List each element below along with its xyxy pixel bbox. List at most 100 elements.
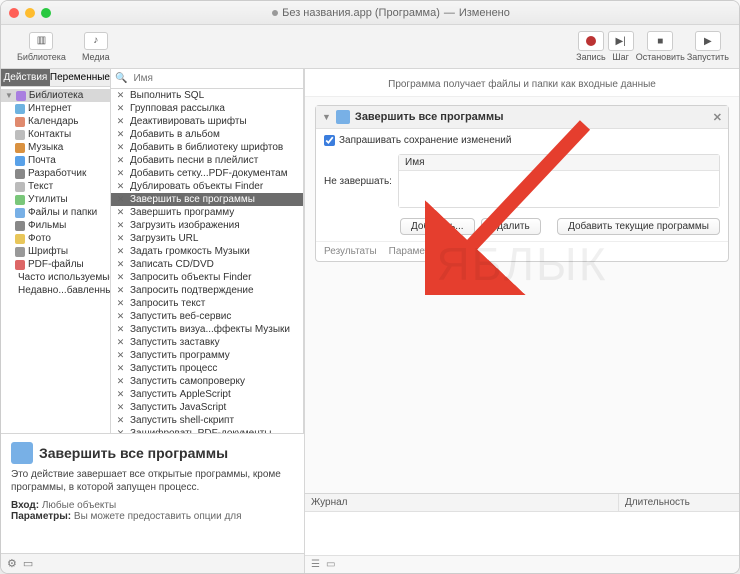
- action-item[interactable]: ✕Запустить AppleScript: [111, 388, 303, 401]
- record-button[interactable]: Запись: [576, 31, 606, 62]
- add-app-button[interactable]: Добавить...: [400, 218, 475, 235]
- sidebar-tabs: Действия Переменные: [1, 69, 110, 87]
- action-item[interactable]: ✕Дублировать объекты Finder: [111, 180, 303, 193]
- library-root[interactable]: ▼ Библиотека: [1, 89, 110, 102]
- action-item[interactable]: ✕Запустить JavaScript: [111, 401, 303, 414]
- library-sidebar: Действия Переменные ▼ Библиотека Интерне…: [1, 69, 111, 433]
- library-item[interactable]: PDF-файлы: [1, 258, 110, 271]
- actions-column: 🔍 ✕Выполнить SQL✕Групповая рассылка✕Деак…: [111, 69, 304, 433]
- action-item[interactable]: ✕Добавить сетку...PDF-документам: [111, 167, 303, 180]
- action-item[interactable]: ✕Задать громкость Музыки: [111, 245, 303, 258]
- action-item-icon: ✕: [115, 168, 126, 179]
- library-item[interactable]: Часто используемые: [1, 271, 110, 284]
- action-item[interactable]: ✕Запустить веб-сервис: [111, 310, 303, 323]
- ask-save-checkbox[interactable]: [324, 135, 335, 146]
- action-item[interactable]: ✕Запустить визуа...ффекты Музыки: [111, 323, 303, 336]
- action-item[interactable]: ✕Групповая рассылка: [111, 102, 303, 115]
- library-item[interactable]: Утилиты: [1, 193, 110, 206]
- media-toolbar-button[interactable]: ♪ Медиа: [76, 30, 116, 64]
- action-item-icon: ✕: [115, 337, 126, 348]
- titlebar: Без названия.app (Программа) — Изменено: [1, 1, 739, 25]
- close-window-button[interactable]: [9, 8, 19, 18]
- remove-app-button[interactable]: Удалить: [481, 218, 541, 235]
- tab-parameters[interactable]: Параметры: [389, 246, 442, 257]
- run-button[interactable]: ▶ Запустить: [687, 31, 729, 62]
- action-item-icon: ✕: [115, 181, 126, 192]
- category-icon: [15, 221, 25, 231]
- actions-list[interactable]: ✕Выполнить SQL✕Групповая рассылка✕Деакти…: [111, 89, 303, 433]
- library-item[interactable]: Файлы и папки: [1, 206, 110, 219]
- log-outline-view-icon[interactable]: ▭: [326, 559, 335, 570]
- automator-window: Без названия.app (Программа) — Изменено …: [0, 0, 740, 574]
- action-item-icon: ✕: [115, 285, 126, 296]
- category-icon: [15, 260, 25, 270]
- library-item[interactable]: Фото: [1, 232, 110, 245]
- action-item[interactable]: ✕Загрузить URL: [111, 232, 303, 245]
- library-item[interactable]: Недавно...бавленные: [1, 284, 110, 297]
- action-item[interactable]: ✕Деактивировать шрифты: [111, 115, 303, 128]
- library-item[interactable]: Шрифты: [1, 245, 110, 258]
- ask-save-label: Запрашивать сохранение изменений: [339, 135, 511, 146]
- library-item[interactable]: Фильмы: [1, 219, 110, 232]
- stop-button[interactable]: ■ Остановить: [636, 31, 685, 62]
- bottom-bar: ⚙ ▭: [1, 553, 304, 573]
- workflow-canvas[interactable]: ▼ Завершить все программы ✕ Запрашивать …: [305, 97, 739, 493]
- action-item[interactable]: ✕Завершить программу: [111, 206, 303, 219]
- action-info-icon: [11, 442, 33, 464]
- minimize-window-button[interactable]: [25, 8, 35, 18]
- library-item[interactable]: Контакты: [1, 128, 110, 141]
- library-item[interactable]: Почта: [1, 154, 110, 167]
- library-toolbar-button[interactable]: ▥ Библиотека: [11, 30, 72, 64]
- action-item-icon: ✕: [115, 142, 126, 153]
- step-header[interactable]: ▼ Завершить все программы ✕: [316, 106, 728, 129]
- action-item-icon: ✕: [115, 155, 126, 166]
- library-item[interactable]: Интернет: [1, 102, 110, 115]
- library-list[interactable]: ▼ Библиотека ИнтернетКалендарьКонтактыМу…: [1, 87, 110, 433]
- zoom-window-button[interactable]: [41, 8, 51, 18]
- tab-actions[interactable]: Действия: [1, 69, 50, 86]
- action-item[interactable]: ✕Запустить процесс: [111, 362, 303, 375]
- disclosure-triangle-icon[interactable]: ▼: [322, 112, 331, 122]
- action-item-icon: ✕: [115, 259, 126, 270]
- step-button[interactable]: ▶| Шаг: [608, 31, 634, 62]
- tab-results[interactable]: Результаты: [324, 246, 377, 257]
- action-item[interactable]: ✕Выполнить SQL: [111, 89, 303, 102]
- action-item[interactable]: ✕Запросить текст: [111, 297, 303, 310]
- action-item[interactable]: ✕Запросить подтверждение: [111, 284, 303, 297]
- tab-variables[interactable]: Переменные: [50, 69, 110, 86]
- action-item[interactable]: ✕Записать CD/DVD: [111, 258, 303, 271]
- search-input[interactable]: [131, 71, 299, 86]
- log-footer: ☰ ▭: [305, 555, 739, 573]
- action-item[interactable]: ✕Запустить программу: [111, 349, 303, 362]
- action-item-icon: ✕: [115, 90, 126, 101]
- action-item[interactable]: ✕Запросить объекты Finder: [111, 271, 303, 284]
- action-item[interactable]: ✕Добавить в библиотеку шрифтов: [111, 141, 303, 154]
- main-area: Действия Переменные ▼ Библиотека Интерне…: [1, 69, 739, 573]
- modified-dot-icon: [272, 10, 278, 16]
- library-item[interactable]: Музыка: [1, 141, 110, 154]
- action-item[interactable]: ✕Завершить все программы: [111, 193, 303, 206]
- log-body[interactable]: [305, 512, 739, 555]
- exclude-apps-table[interactable]: Имя: [398, 154, 720, 208]
- action-item[interactable]: ✕Запустить shell-скрипт: [111, 414, 303, 427]
- action-item[interactable]: ✕Запустить заставку: [111, 336, 303, 349]
- category-icon: [15, 156, 25, 166]
- library-item[interactable]: Разработчик: [1, 167, 110, 180]
- action-item[interactable]: ✕Загрузить изображения: [111, 219, 303, 232]
- action-item[interactable]: ✕Добавить в альбом: [111, 128, 303, 141]
- library-item[interactable]: Календарь: [1, 115, 110, 128]
- category-icon: [15, 130, 25, 140]
- log-list-view-icon[interactable]: ☰: [311, 559, 320, 570]
- add-current-apps-button[interactable]: Добавить текущие программы: [557, 218, 720, 235]
- category-icon: [15, 104, 25, 114]
- gear-icon[interactable]: ⚙: [7, 557, 17, 570]
- outline-icon[interactable]: ▭: [23, 557, 33, 570]
- library-item[interactable]: Текст: [1, 180, 110, 193]
- action-item-icon: ✕: [115, 220, 126, 231]
- log-col-duration[interactable]: Длительность: [619, 494, 739, 511]
- play-icon: ▶: [695, 31, 721, 51]
- log-col-journal[interactable]: Журнал: [305, 494, 619, 511]
- action-item[interactable]: ✕Запустить самопроверку: [111, 375, 303, 388]
- close-step-button[interactable]: ✕: [713, 111, 722, 124]
- action-item[interactable]: ✕Добавить песни в плейлист: [111, 154, 303, 167]
